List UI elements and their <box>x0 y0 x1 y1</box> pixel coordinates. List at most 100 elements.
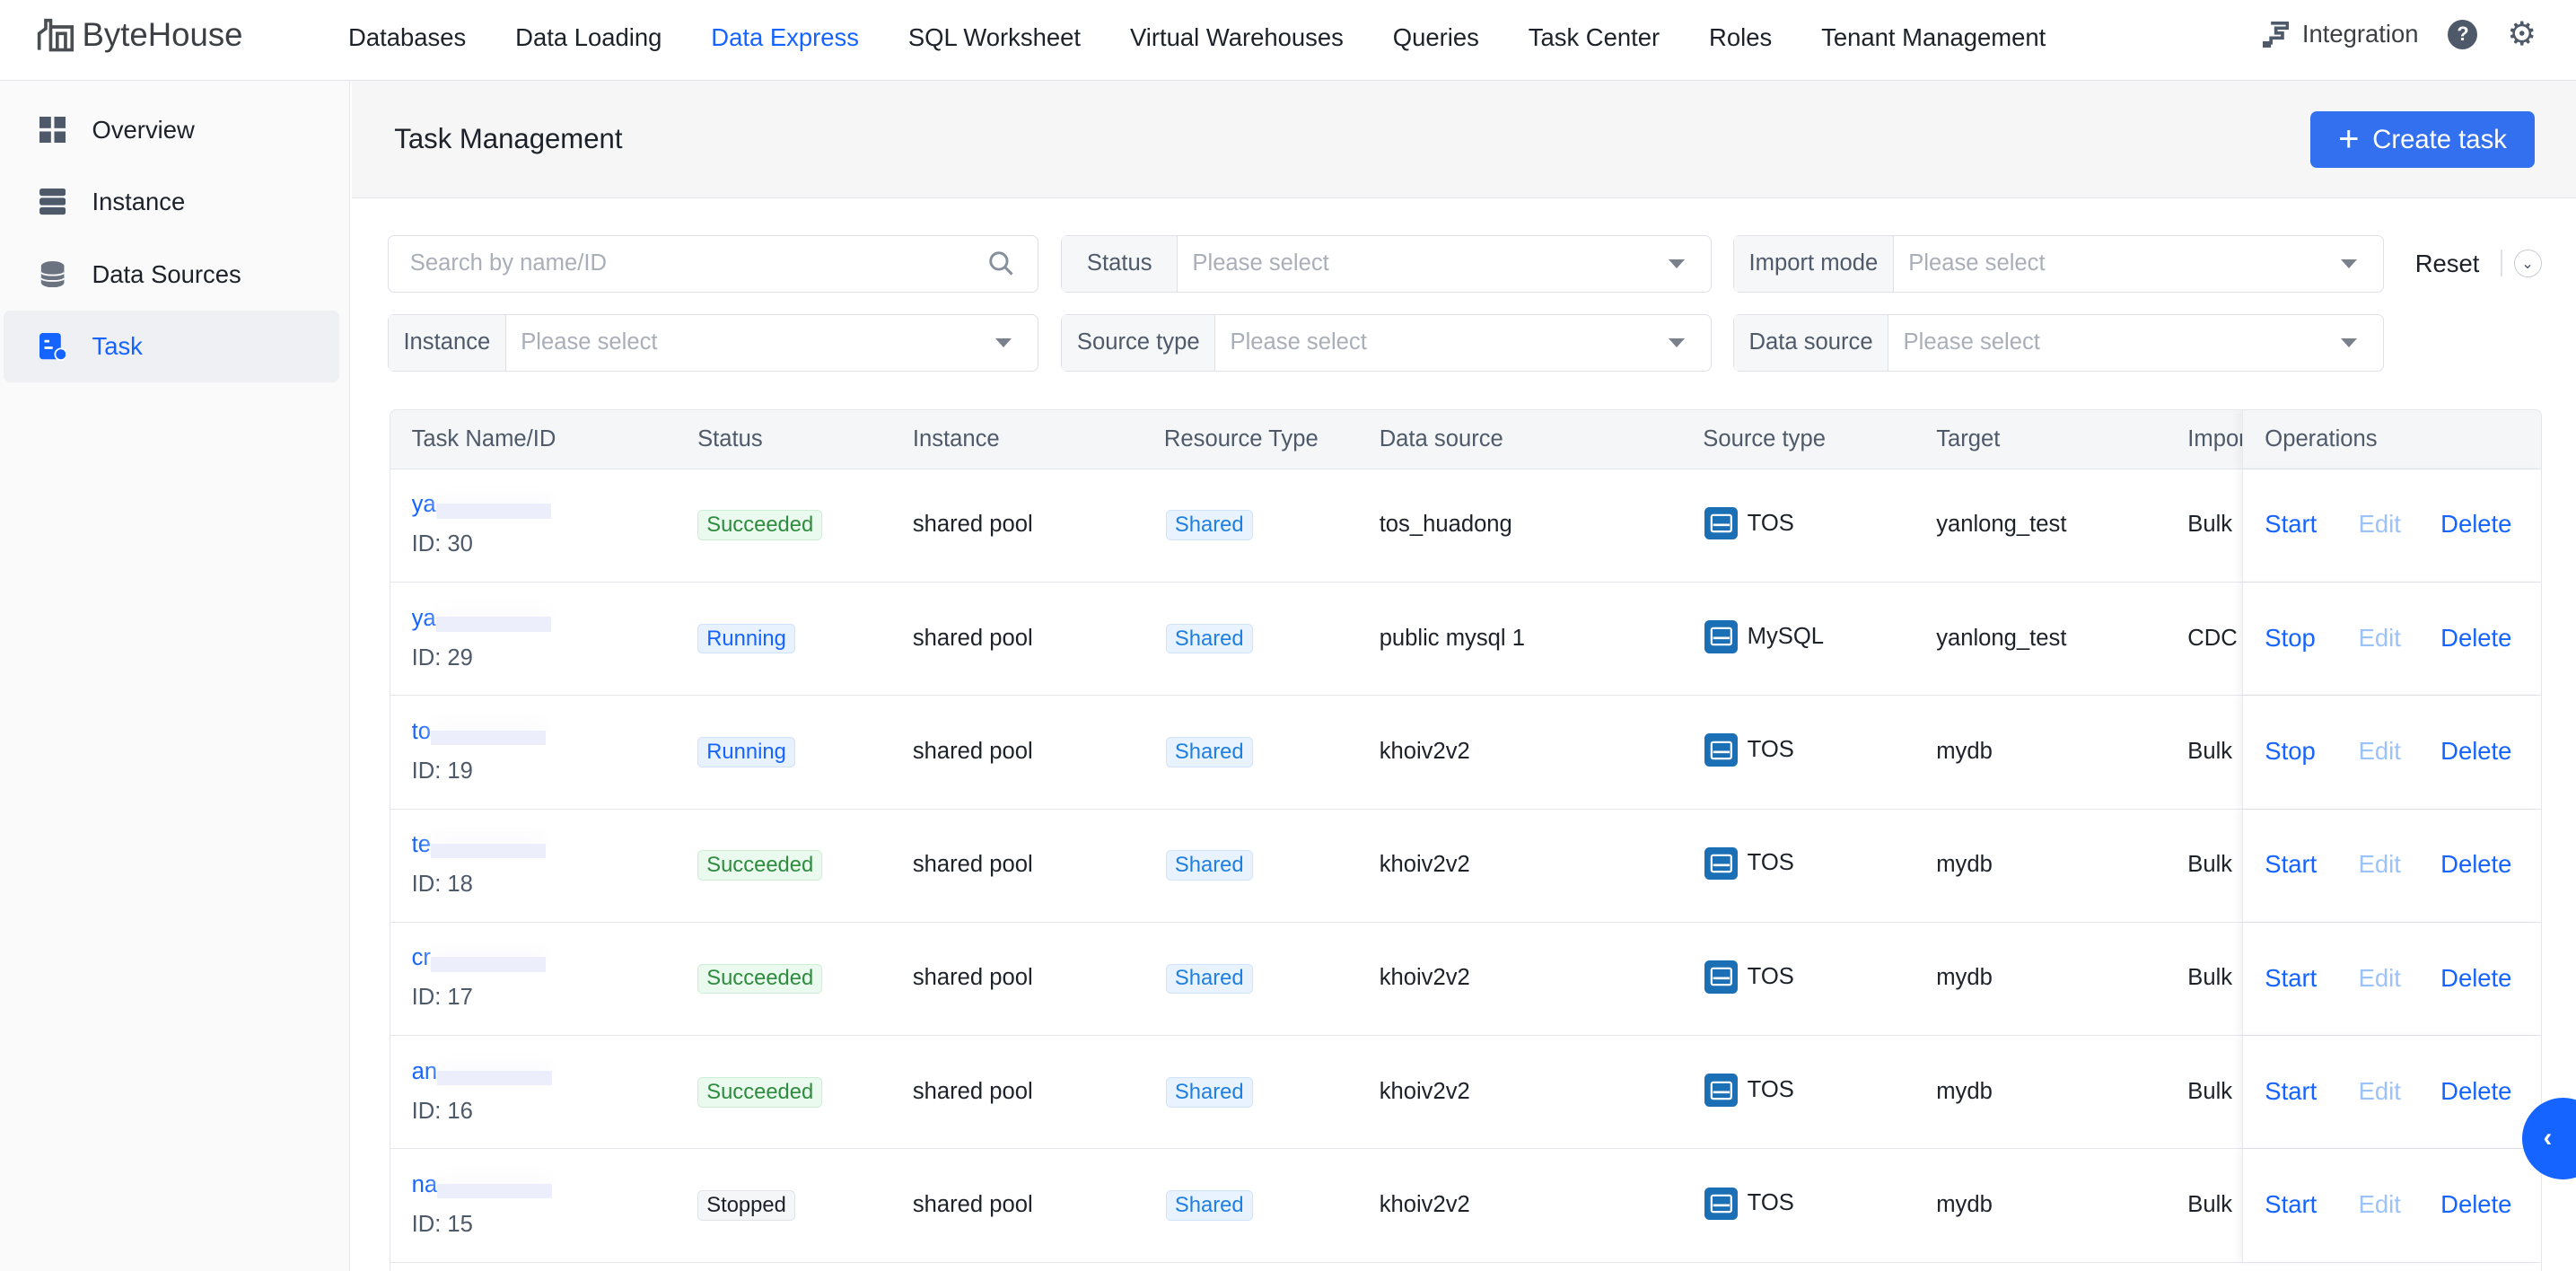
select-placeholder: Please select <box>1908 250 2046 276</box>
target-cell: yanlong_test <box>1936 625 2067 651</box>
nav-roles[interactable]: Roles <box>1709 23 1772 52</box>
start-stop-button[interactable]: Start <box>2265 510 2317 539</box>
target-cell: yanlong_test <box>1936 512 2067 538</box>
sidebar-item-label: Overview <box>92 115 195 144</box>
task-id: ID: 18 <box>411 872 473 898</box>
import-mode-cell: Bulk <box>2187 738 2233 764</box>
start-stop-button[interactable]: Stop <box>2265 737 2315 766</box>
start-stop-button[interactable]: Start <box>2265 850 2317 879</box>
start-stop-button[interactable]: Stop <box>2265 624 2315 653</box>
instance-label: Instance <box>388 314 506 371</box>
edit-button[interactable]: Edit <box>2359 510 2401 539</box>
edit-button[interactable]: Edit <box>2359 850 2401 879</box>
source-type-icon <box>1704 960 1738 994</box>
source-type-cell: TOS <box>1704 506 1794 540</box>
delete-button[interactable]: Delete <box>2440 850 2511 879</box>
redacted-name <box>430 730 547 746</box>
reset-button[interactable]: Reset <box>2415 250 2480 278</box>
gear-icon[interactable]: ⚙ <box>2507 17 2537 50</box>
sidebar-item-data-sources[interactable]: Data Sources <box>4 238 339 311</box>
plus-icon: + <box>2338 118 2360 160</box>
delete-button[interactable]: Delete <box>2440 1190 2511 1219</box>
nav-data-express[interactable]: Data Express <box>711 23 859 52</box>
expand-filters-icon[interactable]: ⌄ <box>2513 250 2542 278</box>
delete-button[interactable]: Delete <box>2440 964 2511 993</box>
source-type-icon <box>1704 733 1738 767</box>
instance-select[interactable]: Instance Please select <box>387 313 1038 372</box>
data-source-select[interactable]: Data source Please select <box>1733 313 2384 372</box>
col-data-source: Data source <box>1379 426 1503 452</box>
delete-button[interactable]: Delete <box>2440 737 2511 766</box>
task-name-link[interactable]: to <box>411 718 547 746</box>
nav-tenant-management[interactable]: Tenant Management <box>1821 23 2046 52</box>
sidebar-item-instance[interactable]: Instance <box>4 166 339 239</box>
task-name-link[interactable]: ya <box>412 606 551 632</box>
nav-sql-worksheet[interactable]: SQL Worksheet <box>908 23 1081 52</box>
edit-button[interactable]: Edit <box>2359 737 2401 766</box>
integration-link[interactable]: Integration <box>2262 20 2419 48</box>
source-type-label: TOS <box>1747 510 1794 536</box>
target-cell: mydb <box>1936 965 1993 991</box>
task-name: to <box>411 718 431 744</box>
status-select[interactable]: Status Please select <box>1061 234 1713 293</box>
sidebar-item-overview[interactable]: Overview <box>4 93 339 166</box>
source-type-select[interactable]: Source type Please select <box>1061 313 1713 372</box>
task-name-link[interactable]: na <box>412 1172 553 1199</box>
help-icon[interactable]: ? <box>2448 19 2478 49</box>
source-type-label: Source type <box>1062 314 1216 371</box>
source-type-icon <box>1704 846 1738 881</box>
table-row: te ID: 18 Succeeded shared pool Shared k… <box>390 809 2541 923</box>
task-name-link[interactable]: te <box>412 832 547 859</box>
nav-task-center[interactable]: Task Center <box>1529 23 1660 52</box>
edit-button[interactable]: Edit <box>2359 964 2401 993</box>
edit-button[interactable]: Edit <box>2359 624 2401 653</box>
target-cell: mydb <box>1936 738 1993 764</box>
nav-data-loading[interactable]: Data Loading <box>515 23 662 52</box>
redacted-name <box>430 957 547 972</box>
search-placeholder: Search by name/ID <box>409 250 607 276</box>
task-name-link[interactable]: ya <box>411 492 551 519</box>
import-mode-cell: Bulk <box>2187 965 2233 991</box>
col-import-mode: Impor <box>2187 426 2242 452</box>
bytehouse-logo[interactable]: ByteHouse <box>36 16 243 54</box>
task-name-link[interactable]: cr <box>412 945 547 972</box>
server-icon <box>39 188 66 215</box>
data-source-cell: khoiv2v2 <box>1379 738 1470 764</box>
redacted-name <box>437 1183 553 1199</box>
delete-button[interactable]: Delete <box>2440 510 2511 539</box>
edit-button[interactable]: Edit <box>2359 1077 2401 1106</box>
start-stop-button[interactable]: Start <box>2265 964 2317 993</box>
data-source-cell: public mysql 1 <box>1379 625 1525 651</box>
edit-button[interactable]: Edit <box>2359 1190 2401 1219</box>
source-type-cell: TOS <box>1704 846 1794 881</box>
delete-button[interactable]: Delete <box>2440 624 2511 653</box>
create-task-button[interactable]: + Create task <box>2309 111 2536 168</box>
delete-button[interactable]: Delete <box>2440 1077 2511 1106</box>
table-row: an ID: 16 Succeeded shared pool Shared k… <box>390 1036 2541 1150</box>
sidebar-item-task[interactable]: Task <box>3 310 339 383</box>
data-source-cell: tos_huadong <box>1379 512 1512 538</box>
nav-databases[interactable]: Databases <box>348 23 466 52</box>
data-source-cell: khoiv2v2 <box>1379 1078 1470 1104</box>
sidebar-item-label: Data Sources <box>92 259 241 288</box>
instance-cell: shared pool <box>912 738 1033 764</box>
col-operations: Operations <box>2265 426 2378 452</box>
import-mode-cell: Bulk <box>2187 512 2233 538</box>
start-stop-button[interactable]: Start <box>2265 1077 2317 1106</box>
task-name: ya <box>411 605 436 631</box>
nav-virtual-warehouses[interactable]: Virtual Warehouses <box>1130 23 1344 52</box>
caret-down-icon <box>2340 337 2357 348</box>
source-type-cell: TOS <box>1704 733 1794 767</box>
task-name-link[interactable]: an <box>412 1059 553 1086</box>
table-row: na ID: 15 Stopped shared pool Shared kho… <box>390 1149 2541 1263</box>
status-badge: Succeeded <box>697 1076 823 1108</box>
import-mode-select[interactable]: Import mode Please select <box>1733 234 2384 293</box>
task-name: ya <box>411 492 436 518</box>
nav-queries[interactable]: Queries <box>1393 23 1479 52</box>
col-task-name: Task Name/ID <box>411 426 556 452</box>
search-input[interactable]: Search by name/ID <box>387 234 1038 293</box>
select-placeholder: Please select <box>521 329 658 355</box>
redacted-name <box>435 504 551 519</box>
start-stop-button[interactable]: Start <box>2265 1190 2317 1219</box>
chevron-left-icon: ‹ <box>2543 1123 2553 1153</box>
